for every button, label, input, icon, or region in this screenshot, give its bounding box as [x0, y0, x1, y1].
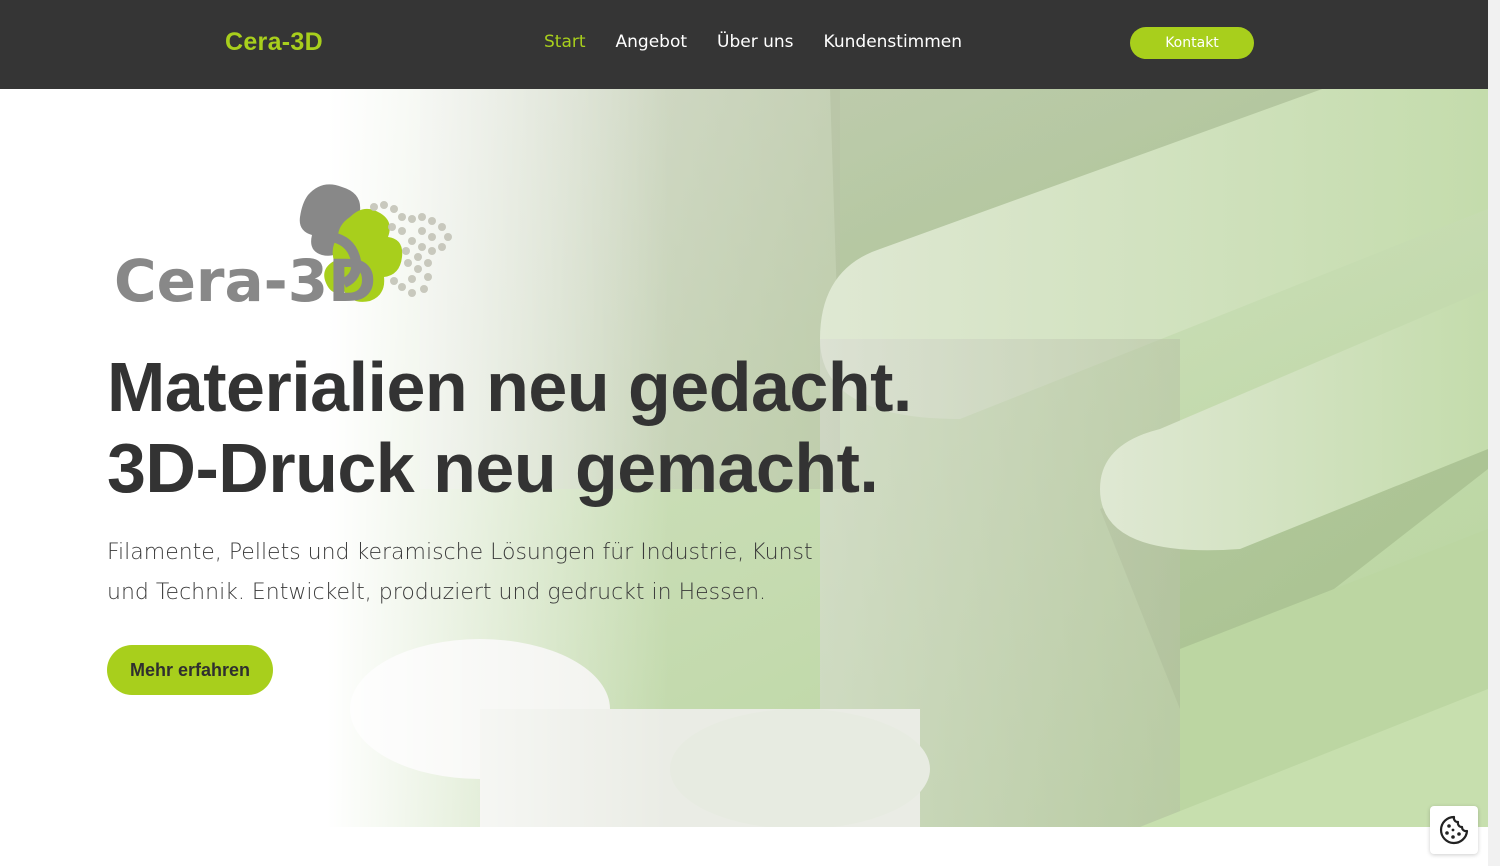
- subtext-line-1: Filamente, Pellets und keramische Lösung…: [107, 540, 813, 565]
- hero-section: Cera-3D Materialien neu gedacht. 3D-Druc…: [0, 89, 1488, 827]
- nav-item-angebot[interactable]: Angebot: [616, 32, 688, 52]
- cookie-settings-button[interactable]: [1430, 806, 1478, 854]
- page-scrollbar[interactable]: [1488, 0, 1500, 866]
- nav-item-start[interactable]: Start: [544, 32, 586, 52]
- headline-line-2: 3D-Druck neu gemacht.: [107, 429, 879, 507]
- headline-line-1: Materialien neu gedacht.: [107, 348, 912, 426]
- logo-text: Cera-3D: [114, 247, 376, 311]
- nav-item-kundenstimmen[interactable]: Kundenstimmen: [824, 32, 962, 52]
- subtext-line-2: und Technik. Entwickelt, produziert und …: [107, 580, 767, 605]
- cera-3d-logo: Cera-3D: [114, 184, 452, 311]
- hero-headline: Materialien neu gedacht. 3D-Druck neu ge…: [107, 347, 912, 509]
- nav-item-ueber-uns[interactable]: Über uns: [717, 32, 794, 52]
- learn-more-button[interactable]: Mehr erfahren: [107, 645, 273, 695]
- contact-button[interactable]: Kontakt: [1130, 27, 1254, 59]
- cookie-icon: [1439, 815, 1469, 845]
- brand-name[interactable]: Cera-3D: [225, 28, 323, 57]
- hero-subtext: Filamente, Pellets und keramische Lösung…: [107, 533, 847, 613]
- site-header: Cera-3D Start Angebot Über uns Kundensti…: [0, 0, 1488, 89]
- main-nav: Start Angebot Über uns Kundenstimmen: [544, 32, 992, 52]
